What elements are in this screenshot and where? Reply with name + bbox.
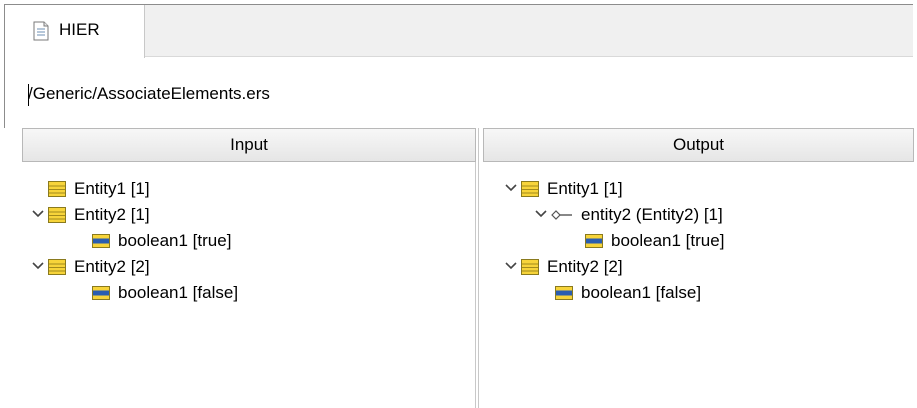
file-path[interactable]: /Generic/AssociateElements.ers — [28, 84, 270, 104]
tree-row[interactable]: entity2 (Entity2) [1] — [533, 202, 723, 228]
entity-icon — [48, 206, 66, 224]
input-pane[interactable]: Input Entity1 [1] Entity2 [1] boolean1 [… — [4, 128, 476, 408]
tab-hier[interactable]: HIER — [5, 5, 145, 58]
tree-row[interactable]: Entity1 [1] — [503, 176, 623, 202]
output-pane[interactable]: Output Entity1 [1] entity2 (Entity2) [1] — [478, 128, 917, 408]
entity-icon — [48, 258, 66, 276]
attribute-icon — [585, 232, 603, 250]
tree-row[interactable]: boolean1 [true] — [92, 228, 231, 254]
chevron-down-icon[interactable] — [503, 176, 521, 202]
chevron-down-icon[interactable] — [30, 254, 48, 280]
chevron-down-icon[interactable] — [30, 202, 48, 228]
tree-row[interactable]: Entity1 [1] — [30, 176, 150, 202]
attribute-icon — [555, 284, 573, 302]
output-column-header[interactable]: Output — [483, 128, 914, 162]
tree-row[interactable]: Entity2 [2] — [503, 254, 623, 280]
tree-row[interactable]: Entity2 [2] — [30, 254, 150, 280]
chevron-down-icon[interactable] — [503, 254, 521, 280]
attribute-icon — [92, 284, 110, 302]
tab-bar: HIER — [5, 5, 913, 58]
tree-row[interactable]: boolean1 [true] — [585, 228, 724, 254]
entity-icon — [521, 180, 539, 198]
entity-icon — [48, 180, 66, 198]
tab-label: HIER — [59, 20, 100, 39]
association-icon — [551, 206, 573, 224]
document-icon — [33, 21, 49, 41]
tree-row[interactable]: Entity2 [1] — [30, 202, 150, 228]
tree-row[interactable]: boolean1 [false] — [92, 280, 238, 306]
entity-icon — [521, 258, 539, 276]
attribute-icon — [92, 232, 110, 250]
input-column-header[interactable]: Input — [22, 128, 476, 162]
tree-row[interactable]: boolean1 [false] — [555, 280, 701, 306]
chevron-down-icon[interactable] — [533, 202, 551, 228]
